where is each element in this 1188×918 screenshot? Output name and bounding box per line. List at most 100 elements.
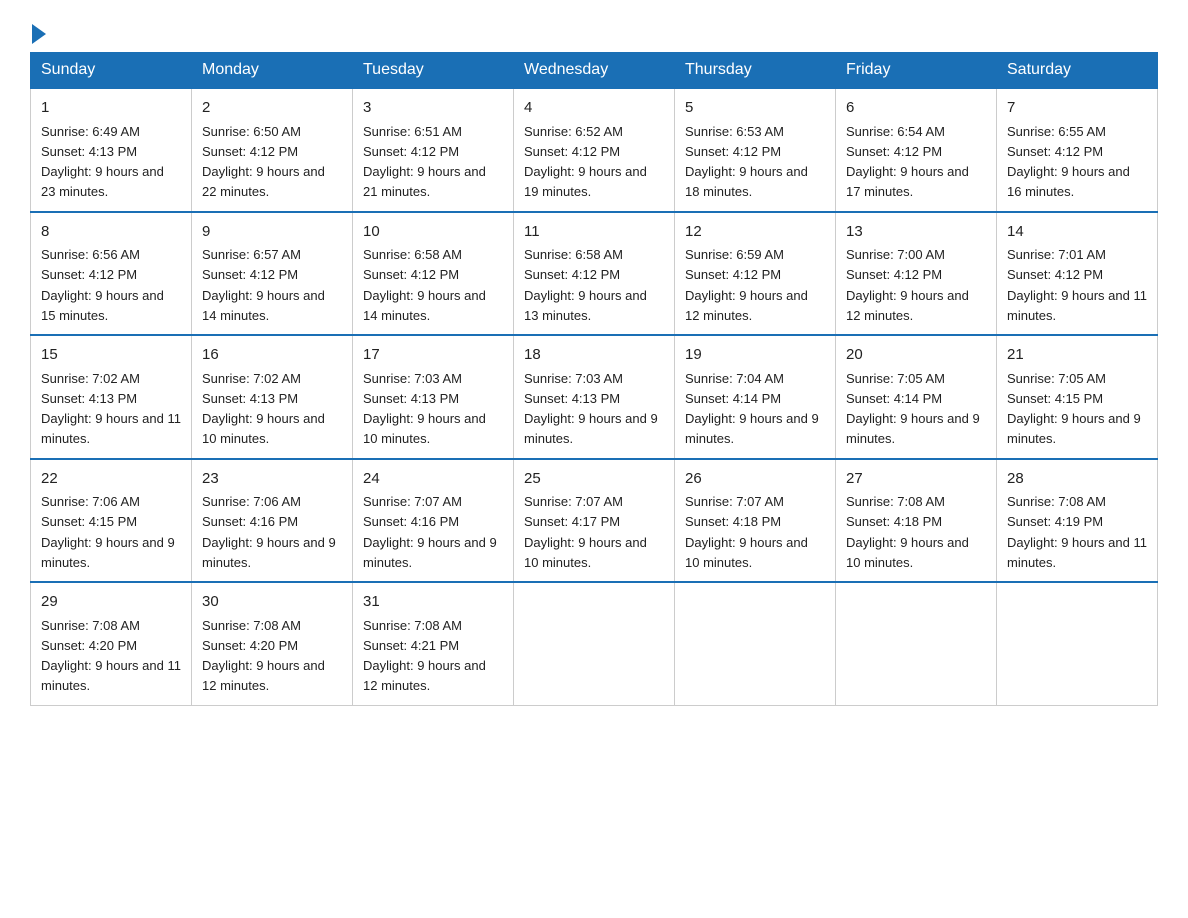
calendar-cell: 25 Sunrise: 7:07 AMSunset: 4:17 PMDayligh…: [514, 459, 675, 583]
calendar-table: SundayMondayTuesdayWednesdayThursdayFrid…: [30, 52, 1158, 706]
day-info: Sunrise: 6:49 AMSunset: 4:13 PMDaylight:…: [41, 124, 164, 200]
calendar-cell: 30Sunrise: 7:08 AMSunset: 4:20 PMDayligh…: [192, 582, 353, 705]
day-number: 22: [41, 468, 181, 491]
calendar-cell: 23 Sunrise: 7:06 AMSunset: 4:16 PMDayligh…: [192, 459, 353, 583]
day-number: 24: [363, 468, 503, 491]
day-number: 30: [202, 591, 342, 614]
day-number: 31: [363, 591, 503, 614]
calendar-cell: 1 Sunrise: 6:49 AMSunset: 4:13 PMDaylight…: [31, 88, 192, 212]
day-info: Sunrise: 7:08 AMSunset: 4:18 PMDaylight:…: [846, 494, 969, 570]
day-number: 1: [41, 97, 181, 120]
calendar-cell: 6 Sunrise: 6:54 AMSunset: 4:12 PMDaylight…: [836, 88, 997, 212]
day-info: Sunrise: 6:51 AMSunset: 4:12 PMDaylight:…: [363, 124, 486, 200]
day-number: 16: [202, 344, 342, 367]
day-info: Sunrise: 6:53 AMSunset: 4:12 PMDaylight:…: [685, 124, 808, 200]
calendar-week-5: 29 Sunrise: 7:08 AMSunset: 4:20 PMDayligh…: [31, 582, 1158, 705]
day-info: Sunrise: 7:08 AMSunset: 4:20 PMDaylight:…: [41, 618, 181, 694]
day-number: 3: [363, 97, 503, 120]
day-info: Sunrise: 7:07 AMSunset: 4:17 PMDaylight:…: [524, 494, 647, 570]
day-info: Sunrise: 6:56 AMSunset: 4:12 PMDaylight:…: [41, 247, 164, 323]
calendar-cell: 2 Sunrise: 6:50 AMSunset: 4:12 PMDaylight…: [192, 88, 353, 212]
day-info: Sunrise: 7:06 AMSunset: 4:15 PMDaylight:…: [41, 494, 175, 570]
calendar-cell: [514, 582, 675, 705]
weekday-header-wednesday: Wednesday: [514, 53, 675, 89]
day-number: 4: [524, 97, 664, 120]
weekday-header-sunday: Sunday: [31, 53, 192, 89]
day-info: Sunrise: 6:58 AMSunset: 4:12 PMDaylight:…: [363, 247, 486, 323]
day-info: Sunrise: 7:03 AMSunset: 4:13 PMDaylight:…: [524, 371, 658, 447]
calendar-cell: 28Sunrise: 7:08 AMSunset: 4:19 PMDayligh…: [997, 459, 1158, 583]
day-info: Sunrise: 7:02 AMSunset: 4:13 PMDaylight:…: [41, 371, 181, 447]
day-number: 5: [685, 97, 825, 120]
day-number: 13: [846, 221, 986, 244]
weekday-header-thursday: Thursday: [675, 53, 836, 89]
day-number: 25: [524, 468, 664, 491]
calendar-cell: 24 Sunrise: 7:07 AMSunset: 4:16 PMDayligh…: [353, 459, 514, 583]
day-number: 8: [41, 221, 181, 244]
calendar-cell: 9 Sunrise: 6:57 AMSunset: 4:12 PMDaylight…: [192, 212, 353, 336]
day-number: 29: [41, 591, 181, 614]
calendar-body: 1 Sunrise: 6:49 AMSunset: 4:13 PMDaylight…: [31, 88, 1158, 705]
calendar-week-2: 8 Sunrise: 6:56 AMSunset: 4:12 PMDaylight…: [31, 212, 1158, 336]
calendar-cell: 8 Sunrise: 6:56 AMSunset: 4:12 PMDaylight…: [31, 212, 192, 336]
day-number: 26: [685, 468, 825, 491]
calendar-cell: 13 Sunrise: 7:00 AMSunset: 4:12 PMDayligh…: [836, 212, 997, 336]
day-number: 6: [846, 97, 986, 120]
calendar-cell: 15 Sunrise: 7:02 AMSunset: 4:13 PMDayligh…: [31, 335, 192, 459]
day-number: 23: [202, 468, 342, 491]
day-number: 19: [685, 344, 825, 367]
calendar-cell: 17 Sunrise: 7:03 AMSunset: 4:13 PMDayligh…: [353, 335, 514, 459]
day-info: Sunrise: 7:07 AMSunset: 4:18 PMDaylight:…: [685, 494, 808, 570]
calendar-cell: 27 Sunrise: 7:08 AMSunset: 4:18 PMDayligh…: [836, 459, 997, 583]
calendar-cell: 14Sunrise: 7:01 AMSunset: 4:12 PMDayligh…: [997, 212, 1158, 336]
day-info: Sunrise: 6:54 AMSunset: 4:12 PMDaylight:…: [846, 124, 969, 200]
day-info: Sunrise: 6:57 AMSunset: 4:12 PMDaylight:…: [202, 247, 325, 323]
calendar-cell: 22 Sunrise: 7:06 AMSunset: 4:15 PMDayligh…: [31, 459, 192, 583]
day-info: Sunrise: 6:59 AMSunset: 4:12 PMDaylight:…: [685, 247, 808, 323]
calendar-week-1: 1 Sunrise: 6:49 AMSunset: 4:13 PMDaylight…: [31, 88, 1158, 212]
calendar-header: SundayMondayTuesdayWednesdayThursdayFrid…: [31, 53, 1158, 89]
logo: [30, 28, 46, 42]
day-info: Sunrise: 7:03 AMSunset: 4:13 PMDaylight:…: [363, 371, 486, 447]
calendar-cell: 10 Sunrise: 6:58 AMSunset: 4:12 PMDayligh…: [353, 212, 514, 336]
calendar-cell: [675, 582, 836, 705]
calendar-cell: 20Sunrise: 7:05 AMSunset: 4:14 PMDayligh…: [836, 335, 997, 459]
day-info: Sunrise: 6:52 AMSunset: 4:12 PMDaylight:…: [524, 124, 647, 200]
calendar-cell: 11 Sunrise: 6:58 AMSunset: 4:12 PMDayligh…: [514, 212, 675, 336]
day-info: Sunrise: 7:05 AMSunset: 4:14 PMDaylight:…: [846, 371, 980, 447]
weekday-header-tuesday: Tuesday: [353, 53, 514, 89]
day-info: Sunrise: 7:04 AMSunset: 4:14 PMDaylight:…: [685, 371, 819, 447]
day-info: Sunrise: 7:06 AMSunset: 4:16 PMDaylight:…: [202, 494, 336, 570]
day-info: Sunrise: 7:07 AMSunset: 4:16 PMDaylight:…: [363, 494, 497, 570]
day-info: Sunrise: 7:00 AMSunset: 4:12 PMDaylight:…: [846, 247, 969, 323]
page-header: [30, 20, 1158, 42]
day-info: Sunrise: 6:50 AMSunset: 4:12 PMDaylight:…: [202, 124, 325, 200]
day-info: Sunrise: 7:05 AMSunset: 4:15 PMDaylight:…: [1007, 371, 1141, 447]
day-number: 15: [41, 344, 181, 367]
day-number: 17: [363, 344, 503, 367]
day-number: 18: [524, 344, 664, 367]
calendar-cell: [836, 582, 997, 705]
day-info: Sunrise: 6:55 AMSunset: 4:12 PMDaylight:…: [1007, 124, 1130, 200]
calendar-cell: 12Sunrise: 6:59 AMSunset: 4:12 PMDayligh…: [675, 212, 836, 336]
calendar-cell: 29 Sunrise: 7:08 AMSunset: 4:20 PMDayligh…: [31, 582, 192, 705]
calendar-cell: 7Sunrise: 6:55 AMSunset: 4:12 PMDaylight…: [997, 88, 1158, 212]
day-number: 2: [202, 97, 342, 120]
calendar-cell: 19 Sunrise: 7:04 AMSunset: 4:14 PMDayligh…: [675, 335, 836, 459]
day-number: 27: [846, 468, 986, 491]
calendar-cell: 18 Sunrise: 7:03 AMSunset: 4:13 PMDayligh…: [514, 335, 675, 459]
calendar-week-4: 22 Sunrise: 7:06 AMSunset: 4:15 PMDayligh…: [31, 459, 1158, 583]
day-number: 28: [1007, 468, 1147, 491]
calendar-cell: 31Sunrise: 7:08 AMSunset: 4:21 PMDayligh…: [353, 582, 514, 705]
day-number: 9: [202, 221, 342, 244]
day-info: Sunrise: 6:58 AMSunset: 4:12 PMDaylight:…: [524, 247, 647, 323]
day-number: 11: [524, 221, 664, 244]
weekday-header-monday: Monday: [192, 53, 353, 89]
day-number: 10: [363, 221, 503, 244]
day-number: 21: [1007, 344, 1147, 367]
weekday-header-saturday: Saturday: [997, 53, 1158, 89]
calendar-cell: 26 Sunrise: 7:07 AMSunset: 4:18 PMDayligh…: [675, 459, 836, 583]
calendar-week-3: 15 Sunrise: 7:02 AMSunset: 4:13 PMDayligh…: [31, 335, 1158, 459]
calendar-cell: 3 Sunrise: 6:51 AMSunset: 4:12 PMDaylight…: [353, 88, 514, 212]
calendar-cell: [997, 582, 1158, 705]
